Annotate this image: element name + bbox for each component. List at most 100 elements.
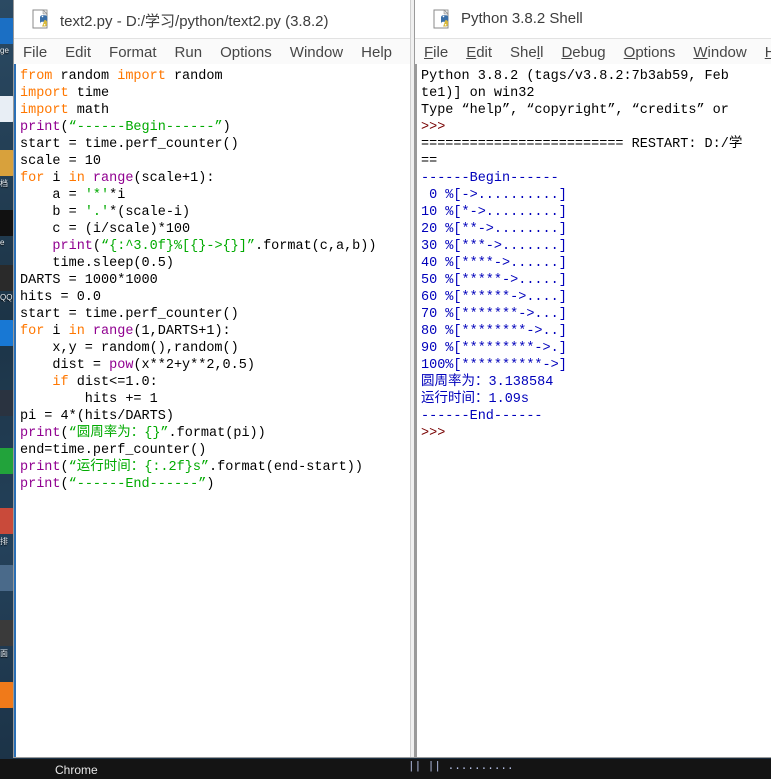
idle-shell-window[interactable]: Python 3.8.2 Shell File Edit Shell Debug Opt… (415, 0, 771, 757)
code-token: c = (i/scale)*100 (20, 222, 191, 237)
code-line: end=time.perf_counter() (20, 442, 206, 459)
menu-item-file[interactable]: File (415, 39, 457, 63)
code-token: (1,DARTS+1): (133, 324, 231, 339)
code-token: import (20, 103, 77, 118)
code-token: ( (60, 477, 69, 492)
code-token: Type “help”, “copyright”, “credits” or (421, 103, 729, 118)
taskbar[interactable]: Chrome || || .......... (0, 759, 771, 779)
code-token: for (20, 171, 53, 186)
desktop-icon-label: e (0, 238, 5, 247)
code-token: 70 %[*******->...] (421, 307, 567, 322)
code-token: 运行时间：1.09s (421, 392, 530, 407)
code-line: 运行时间：1.09s (421, 391, 529, 408)
code-line: start = time.perf_counter() (20, 136, 239, 153)
code-line: 100%[**********->] (421, 357, 567, 374)
menu-item-window[interactable]: Window (684, 39, 755, 63)
code-token: range (92, 324, 134, 339)
code-line: c = (i/scale)*100 (20, 221, 190, 238)
code-token: ------Begin------ (421, 171, 559, 186)
code-token: time (76, 86, 110, 101)
code-token: 50 %[*****->.....] (421, 273, 567, 288)
code-token: if (52, 375, 77, 390)
code-line: print(“运行时间：{:.2f}s”.format(end-start)) (20, 459, 363, 476)
code-line: ------End------ (421, 408, 543, 425)
menu-item-edit[interactable]: Edit (457, 39, 501, 63)
code-token: (scale+1): (133, 171, 215, 186)
menu-item-debug[interactable]: Debug (552, 39, 614, 63)
code-line: print(“圆周率为：{}”.format(pi)) (20, 425, 266, 442)
code-token: pi = 4*(hits/DARTS) (20, 409, 174, 424)
code-token: start = time.perf_counter() (20, 307, 239, 322)
menu-item-options[interactable]: Options (211, 39, 281, 63)
code-token: .format(c,a,b)) (254, 239, 377, 254)
code-token: 80 %[********->..] (421, 324, 567, 339)
shell-titlebar[interactable]: Python 3.8.2 Shell (415, 0, 771, 39)
code-token: “{:^3.0f}%[{}->{}]” (101, 239, 255, 254)
editor-menubar[interactable]: File Edit Format Run Options Window Help (14, 39, 414, 65)
editor-title-text: text2.py - D:/学习/python/text2.py (3.8.2) (60, 13, 329, 30)
code-token: ( (60, 460, 69, 475)
taskbar-chrome-item[interactable]: Chrome (55, 763, 98, 777)
code-line: 70 %[*******->...] (421, 306, 567, 323)
code-token: start = time.perf_counter() (20, 137, 239, 152)
code-line: 0 %[->..........] (421, 187, 567, 204)
editor-code-area[interactable]: from random import random import time impo… (14, 64, 414, 757)
menu-item-help[interactable]: Help (352, 39, 401, 63)
code-token: hits = 0.0 (20, 290, 102, 305)
code-line: x,y = random(),random() (20, 340, 239, 357)
code-line: 90 %[*********->.] (421, 340, 567, 357)
editor-titlebar[interactable]: text2.py - D:/学习/python/text2.py (3.8.2) (14, 0, 414, 39)
code-token: (x**2+y**2,0.5) (133, 358, 255, 373)
code-token: 100%[**********->] (421, 358, 567, 373)
menu-item-shell[interactable]: Shell (501, 39, 552, 63)
code-token: dist = (20, 358, 110, 373)
code-token: 10 %[*->.........] (421, 205, 567, 220)
code-line: hits = 0.0 (20, 289, 101, 306)
code-line: 50 %[*****->.....] (421, 272, 567, 289)
shell-menubar[interactable]: FileEditShellDebugOptionsWindowH (415, 39, 771, 65)
code-token: a = (20, 188, 85, 203)
menu-item-file[interactable]: File (14, 39, 56, 63)
editor-vertical-scrollbar[interactable] (410, 0, 414, 757)
menu-item-format[interactable]: Format (100, 39, 166, 63)
code-line: DARTS = 1000*1000 (20, 272, 158, 289)
menu-item-edit[interactable]: Edit (56, 39, 100, 63)
code-token: ========================= RESTART: D:/学 (421, 137, 743, 152)
code-token: .format(end-start)) (209, 460, 363, 475)
code-token: “------End------” (68, 477, 207, 492)
code-line: 30 %[***->.......] (421, 238, 567, 255)
code-token: 90 %[*********->.] (421, 341, 567, 356)
code-token: 30 %[***->.......] (421, 239, 567, 254)
code-token: ------End------ (421, 409, 543, 424)
code-token: 20 %[**->........] (421, 222, 567, 237)
code-line: te1)] on win32 (421, 85, 534, 102)
code-token: ( (92, 239, 102, 254)
code-token: dist<=1.0: (76, 375, 158, 390)
code-line: for i in range(1,DARTS+1): (20, 323, 231, 340)
code-token: te1)] on win32 (421, 86, 535, 101)
code-token: >>> (421, 426, 446, 441)
taskbar-tray[interactable]: || || .......... (408, 761, 548, 779)
shell-output-area[interactable]: Python 3.8.2 (tags/v3.8.2:7b3ab59, Feb te… (415, 64, 771, 757)
python-file-icon (32, 9, 52, 29)
code-token: “------Begin------” (68, 120, 223, 135)
code-token: DARTS = 1000*1000 (20, 273, 158, 288)
code-token: hits += 1 (20, 392, 158, 407)
code-token: import (117, 69, 174, 84)
code-token: print (20, 120, 61, 135)
menu-item-window[interactable]: Window (281, 39, 352, 63)
code-token: 60 %[******->....] (421, 290, 567, 305)
menu-item-run[interactable]: Run (166, 39, 212, 63)
code-token: x,y = random(),random() (20, 341, 239, 356)
idle-editor-window[interactable]: text2.py - D:/学习/python/text2.py (3.8.2)… (14, 0, 414, 757)
screen: ge 档 e QQ 排面 text2.py - D:/学习/python/text2.p… (0, 0, 771, 779)
shell-left-accent (415, 64, 417, 757)
code-token: range (92, 171, 134, 186)
menu-item-options[interactable]: Options (615, 39, 685, 63)
menu-item-h[interactable]: H (756, 39, 771, 63)
desktop-icon-label: QQ (0, 293, 13, 302)
code-token: math (76, 103, 110, 118)
code-line: print(“------End------”) (20, 476, 214, 493)
code-token: for (20, 324, 53, 339)
